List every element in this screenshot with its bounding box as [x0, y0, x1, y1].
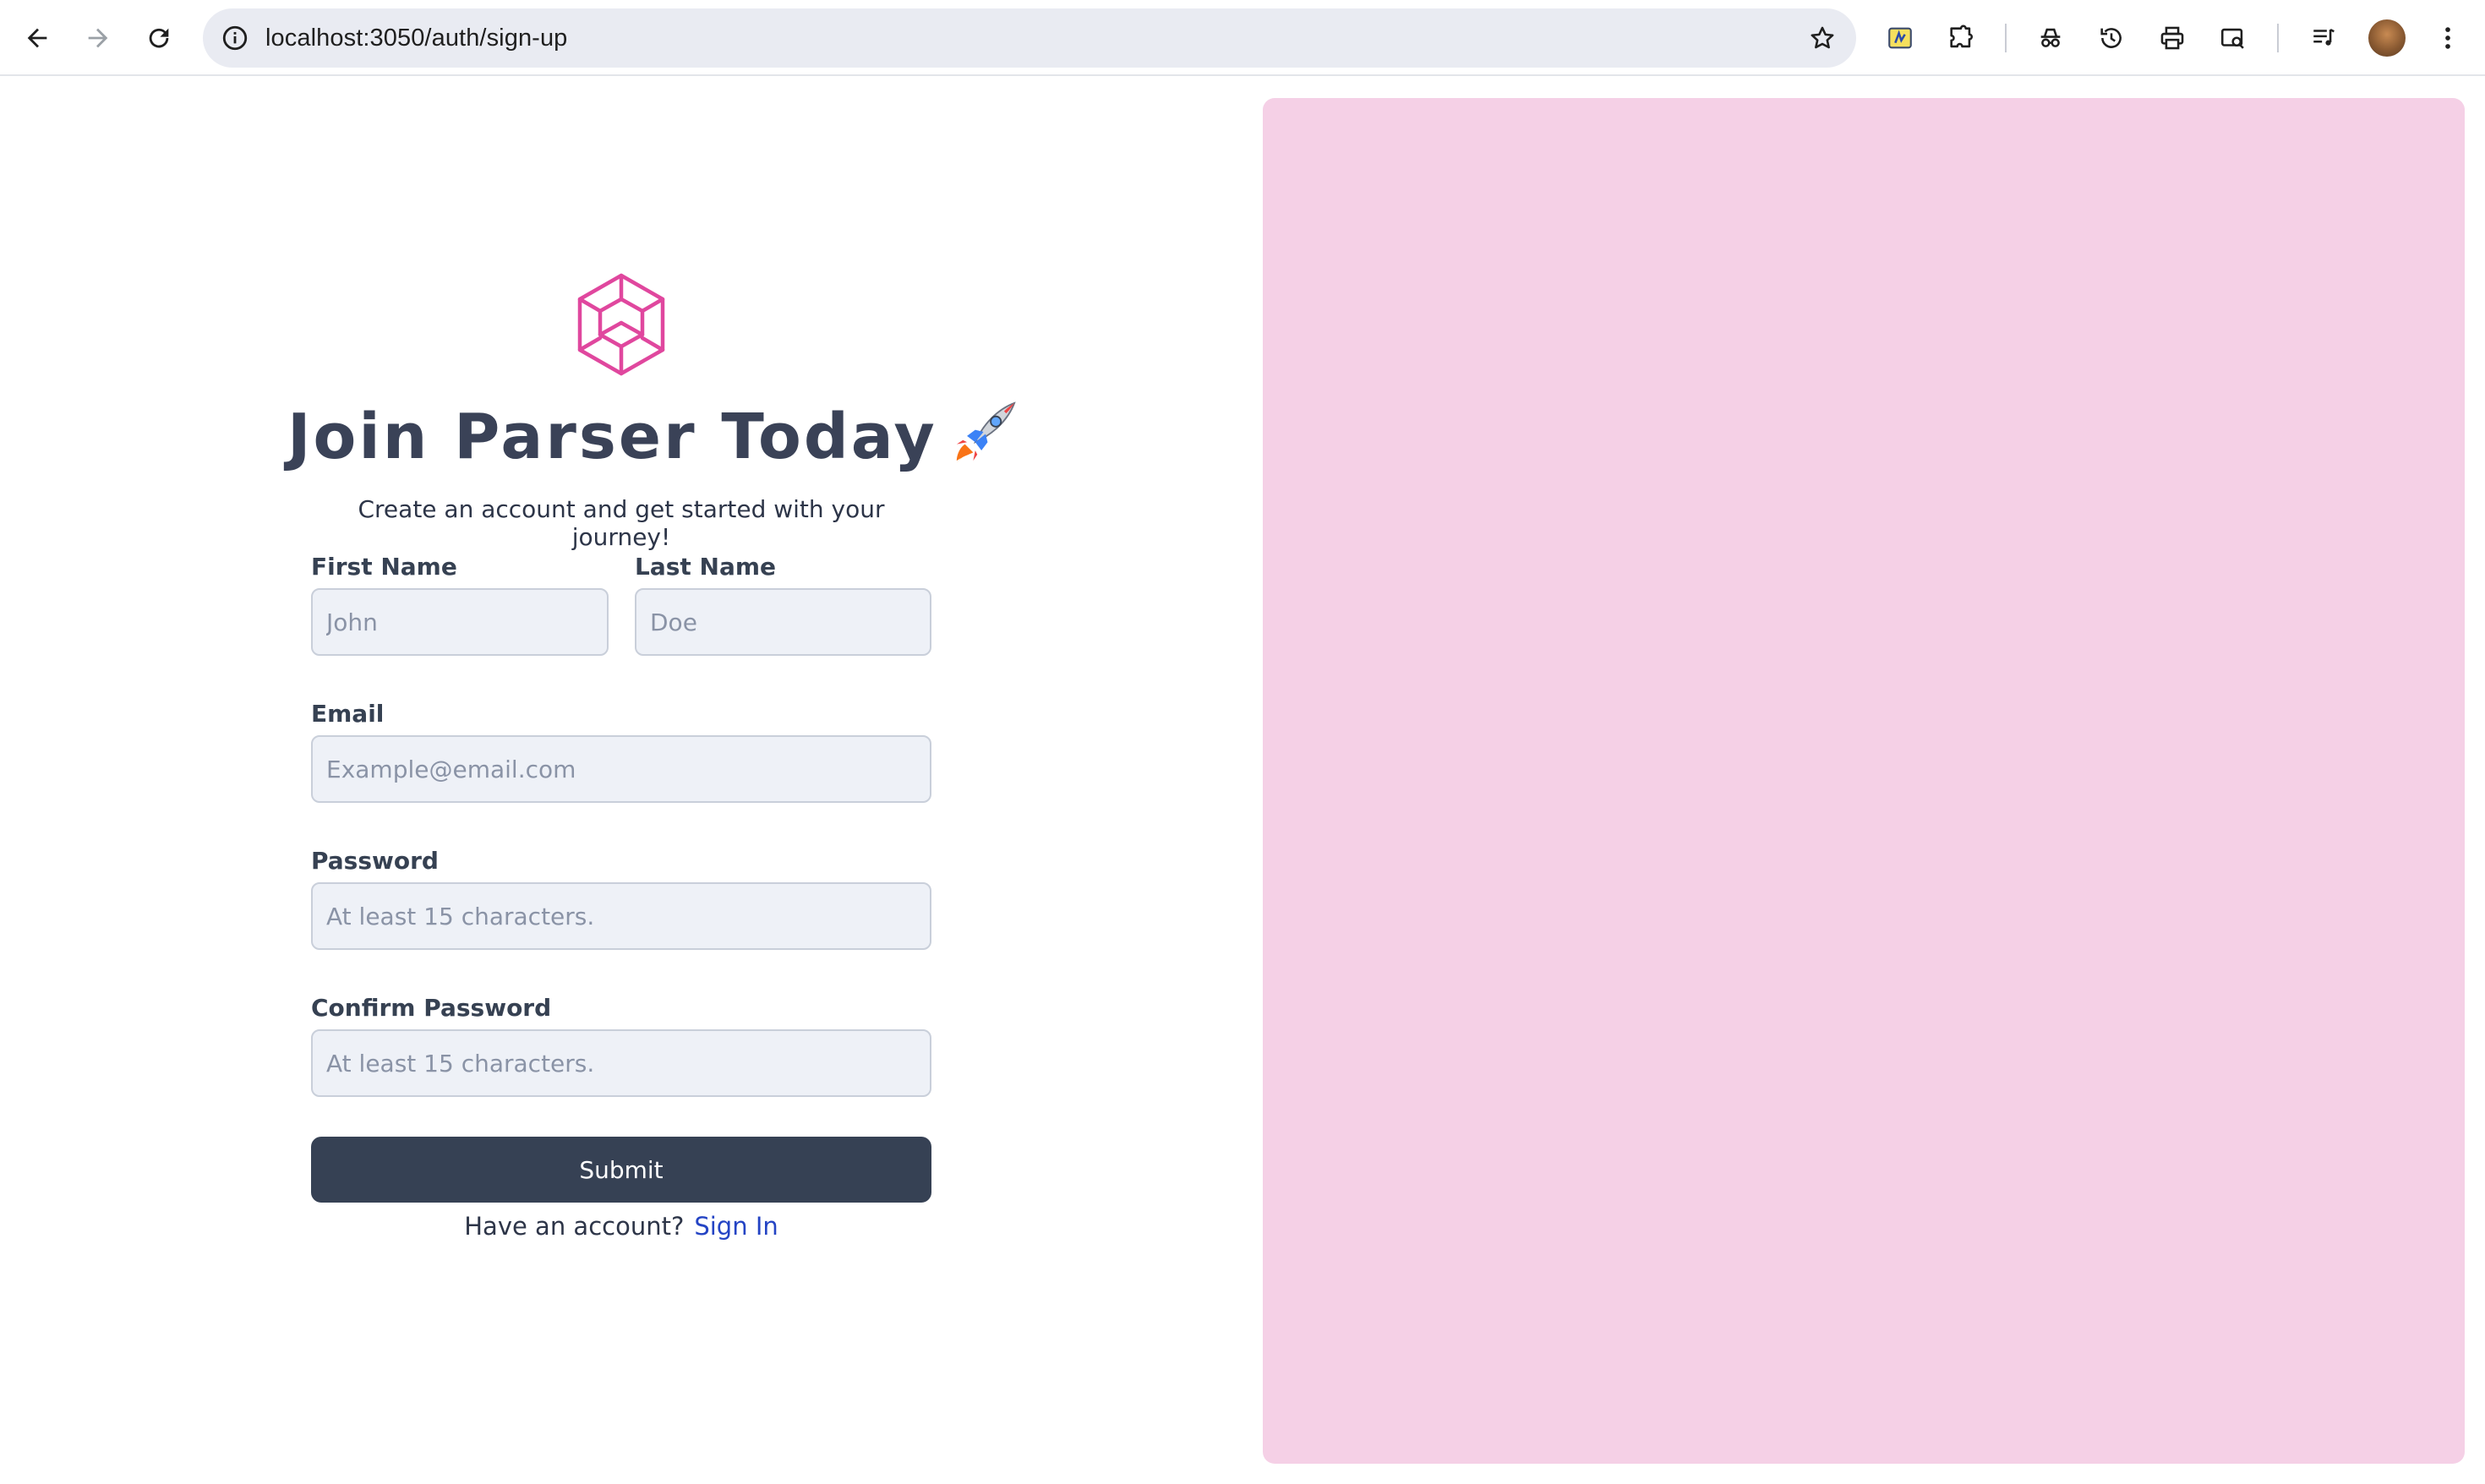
toolbar-divider	[2005, 24, 2007, 52]
url-text[interactable]: localhost:3050/auth/sign-up	[265, 8, 567, 68]
toolbar-divider	[2277, 24, 2279, 52]
parser-logo-icon	[577, 273, 665, 376]
arrow-left-icon	[27, 28, 47, 48]
page-content: Join Parser Today Create an account and …	[0, 78, 2485, 1484]
notes-extension-icon[interactable]	[1880, 18, 1920, 58]
reload-button[interactable]	[139, 18, 179, 58]
confirm-password-label: Confirm Password	[311, 994, 552, 1022]
forward-button[interactable]	[78, 18, 118, 58]
address-bar[interactable]: localhost:3050/auth/sign-up	[203, 8, 1856, 68]
more-menu-icon[interactable]	[2428, 18, 2468, 58]
incognito-icon[interactable]	[2030, 18, 2071, 58]
page-title: Join Parser Today	[287, 399, 1016, 473]
first-name-input[interactable]	[311, 588, 609, 656]
password-input[interactable]	[311, 882, 931, 950]
site-info-icon[interactable]	[216, 19, 254, 57]
last-name-label: Last Name	[635, 553, 777, 581]
last-name-input[interactable]	[635, 588, 931, 656]
profile-avatar[interactable]	[2368, 19, 2406, 57]
tab-search-icon[interactable]	[2213, 18, 2253, 58]
signin-prompt: Have an account? Sign In	[311, 1212, 931, 1241]
back-button[interactable]	[17, 18, 57, 58]
page-title-text: Join Parser Today	[287, 401, 937, 473]
arrow-right-icon	[88, 28, 108, 48]
have-account-text: Have an account?	[464, 1212, 685, 1241]
browser-toolbar: localhost:3050/auth/sign-up	[0, 0, 2485, 76]
sign-in-link[interactable]: Sign In	[694, 1212, 778, 1241]
print-icon[interactable]	[2152, 18, 2193, 58]
email-label: Email	[311, 700, 385, 728]
hero-panel	[1263, 98, 2465, 1464]
reload-icon	[149, 28, 169, 48]
media-controls-icon[interactable]	[2304, 18, 2345, 58]
bookmark-star-icon[interactable]	[1804, 19, 1841, 57]
page-subtitle: Create an account and get started with y…	[358, 495, 885, 551]
password-label: Password	[311, 847, 439, 875]
history-icon[interactable]	[2091, 18, 2132, 58]
email-input[interactable]	[311, 735, 931, 803]
first-name-label: First Name	[311, 553, 457, 581]
confirm-password-input[interactable]	[311, 1029, 931, 1097]
submit-button[interactable]: Submit	[311, 1137, 931, 1203]
extensions-puzzle-icon[interactable]	[1941, 18, 1981, 58]
rocket-icon	[956, 401, 1016, 463]
